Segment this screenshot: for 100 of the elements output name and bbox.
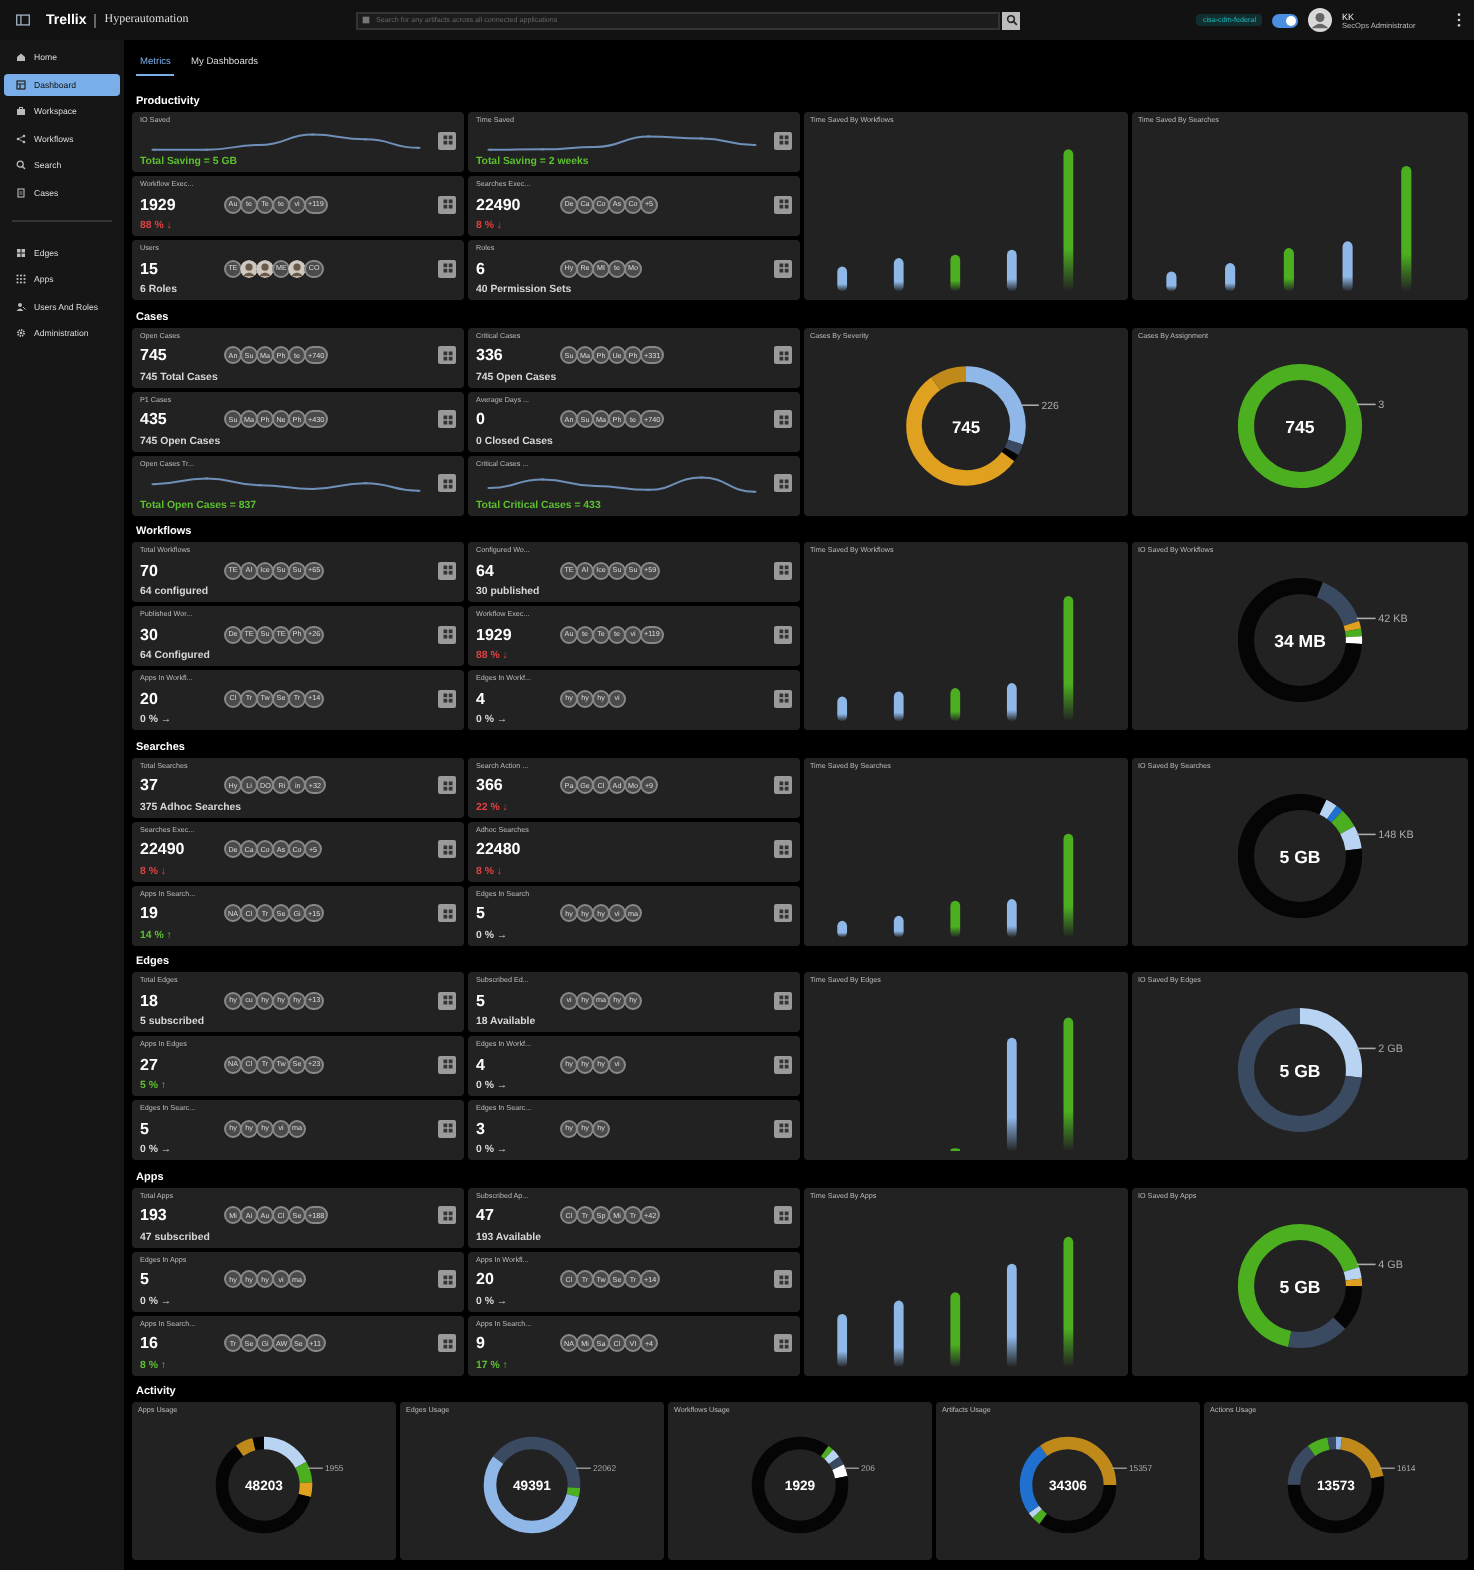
widget-button[interactable] xyxy=(438,1119,456,1137)
more-icon[interactable] xyxy=(1456,12,1462,28)
search-button[interactable] xyxy=(1002,11,1020,29)
widget-button[interactable] xyxy=(438,776,456,794)
grid-icon xyxy=(441,262,453,274)
widget-button[interactable] xyxy=(774,410,792,428)
home-icon xyxy=(16,52,26,62)
widget-button[interactable] xyxy=(774,904,792,922)
grid-icon xyxy=(441,994,453,1006)
widget-button[interactable] xyxy=(438,625,456,643)
grid-icon xyxy=(777,628,789,640)
widget-button[interactable] xyxy=(438,346,456,364)
grid-icon xyxy=(441,843,453,855)
grid-icon xyxy=(441,1058,453,1070)
donut-total: 5 GB xyxy=(1279,1060,1321,1081)
grid-icon xyxy=(441,198,453,210)
card-value: 27 xyxy=(140,1055,160,1073)
grid-icon xyxy=(777,1058,789,1070)
avatar-icon[interactable] xyxy=(1308,8,1332,32)
grid-icon xyxy=(16,247,26,257)
widget-button[interactable] xyxy=(438,1334,456,1352)
leader-line xyxy=(1355,1047,1377,1050)
widget-button[interactable] xyxy=(774,1334,792,1352)
widget-button[interactable] xyxy=(774,195,792,213)
grid-icon xyxy=(441,907,453,919)
widget-button[interactable] xyxy=(438,1055,456,1073)
grid-icon xyxy=(777,779,789,791)
bar xyxy=(1006,1262,1017,1367)
bar xyxy=(1225,263,1236,292)
widget-button[interactable] xyxy=(438,259,456,277)
card-value: 22480 xyxy=(476,840,523,858)
card-value: 18 xyxy=(140,991,160,1009)
workflow-icon xyxy=(16,133,26,143)
widget-button[interactable] xyxy=(438,991,456,1009)
widget-button[interactable] xyxy=(438,904,456,922)
widget-button[interactable] xyxy=(774,1055,792,1073)
bar xyxy=(837,919,848,937)
donut-drawing xyxy=(751,1436,849,1534)
grid-icon xyxy=(441,413,453,425)
card-value: 19 xyxy=(140,904,160,922)
theme-toggle[interactable] xyxy=(1272,13,1298,27)
widget-button[interactable] xyxy=(438,410,456,428)
widget-button[interactable] xyxy=(774,259,792,277)
avatar-icon xyxy=(256,259,274,277)
briefcase-icon xyxy=(16,106,26,116)
widget-button[interactable] xyxy=(438,195,456,213)
widget-button[interactable] xyxy=(438,1270,456,1288)
widget-button[interactable] xyxy=(438,1206,456,1224)
leader-line xyxy=(1355,402,1377,405)
widget-button[interactable] xyxy=(774,1119,792,1137)
grid-icon xyxy=(777,692,789,704)
bar xyxy=(1401,165,1412,292)
card-value: 4 xyxy=(476,1055,487,1073)
bar xyxy=(1006,1037,1017,1152)
grid-icon xyxy=(777,843,789,855)
card-value: 5 xyxy=(476,991,487,1009)
leader-line xyxy=(575,1467,592,1469)
card-value: 193 xyxy=(140,1206,169,1224)
widget-button[interactable] xyxy=(774,561,792,579)
widget-button[interactable] xyxy=(774,131,792,149)
widget-button[interactable] xyxy=(774,1206,792,1224)
widget-button[interactable] xyxy=(774,776,792,794)
widget-button[interactable] xyxy=(774,346,792,364)
widget-button[interactable] xyxy=(438,840,456,858)
bar xyxy=(950,1291,961,1367)
bar xyxy=(893,691,904,722)
card-value: 70 xyxy=(140,561,160,579)
avatar-icon xyxy=(288,259,307,277)
donut-drawing xyxy=(215,1436,313,1534)
card-value: 47 xyxy=(476,1206,496,1224)
leader-line xyxy=(1355,617,1377,620)
card-value: 366 xyxy=(476,776,505,794)
widget-button[interactable] xyxy=(438,131,456,149)
card-value: 30 xyxy=(140,625,160,643)
donut-total: 34 MB xyxy=(1274,630,1326,651)
panel-icon[interactable] xyxy=(16,14,30,26)
leader-line xyxy=(1019,403,1040,405)
donut-drawing xyxy=(906,365,1026,485)
widget-button[interactable] xyxy=(774,689,792,707)
donut-total: 745 xyxy=(1285,415,1315,436)
widget-button[interactable] xyxy=(774,625,792,643)
widget-button[interactable] xyxy=(774,1270,792,1288)
widget-button[interactable] xyxy=(438,561,456,579)
widget-button[interactable] xyxy=(438,689,456,707)
card-value: 20 xyxy=(476,1270,496,1288)
card-value: 37 xyxy=(140,776,160,794)
bar xyxy=(1063,595,1074,722)
donut-total: 5 GB xyxy=(1279,845,1321,866)
bar xyxy=(1283,248,1294,292)
bar xyxy=(893,1299,904,1367)
grid-icon xyxy=(777,262,789,274)
widget-button[interactable] xyxy=(438,474,456,492)
donut-drawing xyxy=(1237,362,1363,488)
card-value: 9 xyxy=(476,1334,487,1352)
donut-drawing xyxy=(1237,1007,1363,1133)
widget-button[interactable] xyxy=(774,991,792,1009)
bar xyxy=(1006,249,1017,292)
grid-icon xyxy=(777,1209,789,1221)
widget-button[interactable] xyxy=(774,474,792,492)
widget-button[interactable] xyxy=(774,840,792,858)
